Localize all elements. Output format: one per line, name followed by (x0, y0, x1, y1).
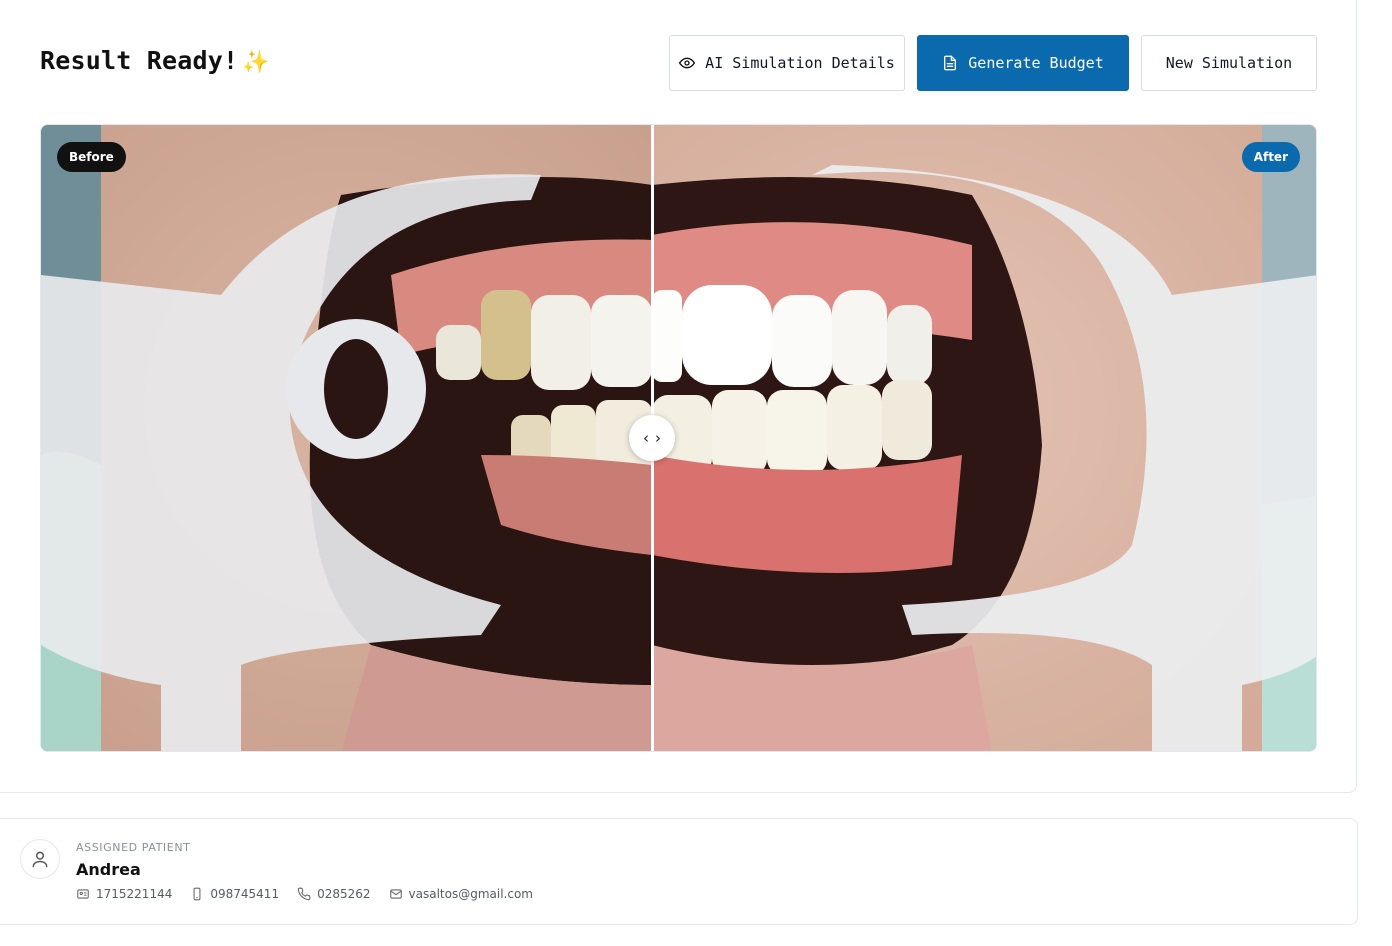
after-image (652, 125, 1316, 751)
before-after-comparison[interactable]: ‹ › Before After (40, 124, 1317, 752)
new-simulation-button[interactable]: New Simulation (1141, 35, 1317, 91)
mail-icon (389, 889, 402, 899)
patient-phone: 0285262 (297, 887, 371, 901)
sparkle-icon: ✨ (242, 50, 270, 75)
chevron-right-icon: › (655, 428, 661, 447)
page-title-text: Result Ready! (40, 46, 239, 75)
comparison-slider-handle[interactable]: ‹ › (629, 415, 675, 461)
before-badge: Before (57, 142, 126, 172)
avatar (20, 839, 60, 879)
before-image (41, 125, 652, 751)
patient-email-value: vasaltos@gmail.com (408, 887, 533, 901)
id-card-icon (77, 889, 89, 899)
ai-simulation-details-button[interactable]: AI Simulation Details (669, 35, 905, 91)
patient-mobile: 098745411 (190, 887, 279, 901)
result-card: Result Ready! ✨ AI Simulation Details Gen… (0, 0, 1357, 793)
patient-email[interactable]: vasaltos@gmail.com (389, 887, 533, 901)
generate-budget-button[interactable]: Generate Budget (917, 35, 1129, 91)
chevron-left-icon: ‹ (643, 428, 649, 447)
phone-icon (297, 887, 311, 901)
patient-id: 1715221144 (76, 887, 172, 901)
eye-icon (679, 57, 696, 69)
patient-name: Andrea (76, 860, 141, 879)
patient-phone-value: 0285262 (317, 887, 371, 901)
patient-id-value: 1715221144 (96, 887, 173, 901)
after-badge: After (1241, 142, 1300, 172)
patient-contact-row: 1715221144 098745411 0285262 vasaltos@gm… (76, 887, 533, 901)
assigned-patient-label: ASSIGNED PATIENT (76, 841, 191, 854)
generate-budget-label: Generate Budget (968, 54, 1104, 72)
document-icon (944, 55, 957, 71)
page-title: Result Ready! ✨ (40, 46, 270, 75)
assigned-patient-card: ASSIGNED PATIENT Andrea 1715221144 09874… (0, 818, 1358, 925)
patient-mobile-value: 098745411 (210, 887, 280, 901)
new-simulation-label: New Simulation (1165, 54, 1293, 72)
mobile-icon (193, 887, 201, 901)
user-icon (32, 851, 48, 868)
ai-simulation-details-label: AI Simulation Details (705, 54, 895, 72)
